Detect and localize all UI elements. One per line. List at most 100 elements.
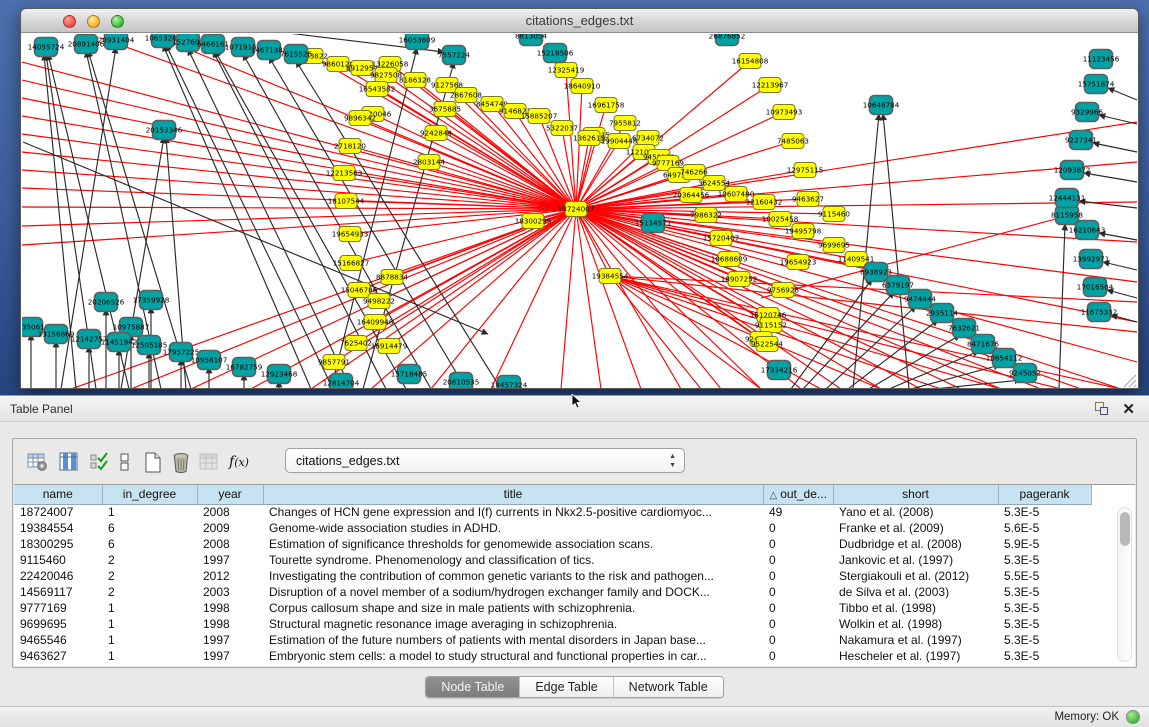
table-row[interactable]: 969969511998Structural magnetic resonanc… [14,616,1091,632]
table-cell[interactable]: Wolkin et al. (1998) [833,616,998,632]
table-cell[interactable]: 14569117 [14,584,102,600]
table-cell[interactable]: 9699695 [14,616,102,632]
table-cell[interactable]: 5.3E-5 [998,504,1091,520]
table-row[interactable]: 1456911722003Disruption of a novel membe… [14,584,1091,600]
table-cell[interactable]: Jankovic et al. (1997) [833,552,998,568]
network-canvas[interactable]: 1872400718300295193845541162815199044486… [22,34,1139,389]
table-cell[interactable]: Yano et al. (2008) [833,504,998,520]
table-row[interactable]: 946554611997Estimation of the future num… [14,632,1091,648]
table-cell[interactable]: 9465546 [14,632,102,648]
table-cell[interactable]: Structural magnetic resonance image aver… [263,616,763,632]
table-cell[interactable]: 9115460 [14,552,102,568]
table-cell[interactable]: 0 [763,632,833,648]
table-cell[interactable]: 2009 [197,520,263,536]
row-pair-button[interactable] [113,450,137,474]
table-cell[interactable]: 18724007 [14,504,102,520]
select-rows-button[interactable] [87,450,111,474]
table-cell[interactable]: Corpus callosum shape and size in male p… [263,600,763,616]
new-file-button[interactable] [141,450,165,474]
table-cell[interactable]: 19384554 [14,520,102,536]
delete-button[interactable] [169,450,193,474]
function-builder-button[interactable]: f(x) [227,450,251,474]
table-cell[interactable]: Investigating the contribution of common… [263,568,763,584]
table-cell[interactable]: 6 [102,536,197,552]
table-cell[interactable]: 2 [102,568,197,584]
table-vertical-scrollbar[interactable] [1117,507,1132,662]
table-cell[interactable]: Estimation of the future numbers of pati… [263,632,763,648]
table-cell[interactable]: Franke et al. (2009) [833,520,998,536]
table-cell[interactable]: 6 [102,520,197,536]
table-cell[interactable]: de Silva et al. (2003) [833,584,998,600]
table-cell[interactable]: 0 [763,568,833,584]
column-header-out_de[interactable]: △out_de... [763,485,833,504]
node-table[interactable]: namein_degreeyeartitle△out_de...shortpag… [14,485,1092,664]
table-cell[interactable]: 1 [102,632,197,648]
table-cell[interactable]: Tibbo et al. (1998) [833,600,998,616]
table-cell[interactable]: Dudbridge et al. (2008) [833,536,998,552]
table-cell[interactable]: Embryonic stem cells: a model to study s… [263,648,763,664]
table-cell[interactable]: 0 [763,536,833,552]
table-cell[interactable]: 18300295 [14,536,102,552]
table-row[interactable]: 1938455462009Genome-wide association stu… [14,520,1091,536]
table-cell[interactable]: 2003 [197,584,263,600]
table-cell[interactable]: 22420046 [14,568,102,584]
table-cell[interactable]: 5.3E-5 [998,648,1091,664]
table-cell[interactable]: 2008 [197,536,263,552]
table-cell[interactable]: 1998 [197,600,263,616]
close-panel-icon[interactable]: ✕ [1122,400,1135,418]
table-cell[interactable]: 5.9E-5 [998,536,1091,552]
table-cell[interactable]: 5.5E-5 [998,568,1091,584]
table-cell[interactable]: Changes of HCN gene expression and I(f) … [263,504,763,520]
table-cell[interactable]: 1998 [197,616,263,632]
table-cell[interactable]: 5.3E-5 [998,584,1091,600]
table-cell[interactable]: Hescheler et al. (1997) [833,648,998,664]
window-resize-grip[interactable] [1121,372,1137,388]
table-cell[interactable]: 1 [102,600,197,616]
table-settings-button[interactable] [25,450,49,474]
table-cell[interactable]: 5.3E-5 [998,552,1091,568]
column-header-year[interactable]: year [197,485,263,504]
table-cell[interactable]: 0 [763,552,833,568]
table-cell[interactable]: 0 [763,584,833,600]
table-cell[interactable]: 0 [763,616,833,632]
show-columns-button[interactable] [57,450,81,474]
table-cell[interactable]: 1 [102,504,197,520]
table-cell[interactable]: Stergiakouli et al. (2012) [833,568,998,584]
tab-network-table[interactable]: Network Table [613,677,723,697]
table-cell[interactable]: 5.3E-5 [998,632,1091,648]
table-cell[interactable]: 5.3E-5 [998,600,1091,616]
network-window-titlebar[interactable]: citations_edges.txt [21,9,1138,33]
column-header-pagerank[interactable]: pagerank [998,485,1091,504]
table-cell[interactable]: 2 [102,584,197,600]
table-row[interactable]: 977716911998Corpus callosum shape and si… [14,600,1091,616]
table-row[interactable]: 911546021997Tourette syndrome. Phenomeno… [14,552,1091,568]
table-cell[interactable]: Tourette syndrome. Phenomenology and cla… [263,552,763,568]
table-cell[interactable]: 1997 [197,632,263,648]
network-graph[interactable]: 1872400718300295193845541162815199044486… [22,34,1139,389]
column-header-short[interactable]: short [833,485,998,504]
table-row[interactable]: 1872400712008Changes of HCN gene express… [14,504,1091,520]
network-window[interactable]: citations_edges.txt 18724007183002951938… [20,8,1139,389]
table-row[interactable]: 1830029562008Estimation of significance … [14,536,1091,552]
table-cell[interactable]: 9777169 [14,600,102,616]
table-cell[interactable]: 5.6E-5 [998,520,1091,536]
column-header-name[interactable]: name [14,485,102,504]
table-cell[interactable]: Nakamura et al. (1997) [833,632,998,648]
table-cell[interactable]: 2012 [197,568,263,584]
table-cell[interactable]: 49 [763,504,833,520]
table-cell[interactable]: 1 [102,616,197,632]
table-row[interactable]: 2242004622012Investigating the contribut… [14,568,1091,584]
scrollbar-thumb[interactable] [1120,512,1130,546]
column-header-title[interactable]: title [263,485,763,504]
tab-node-table[interactable]: Node Table [426,677,519,697]
table-cell[interactable]: 0 [763,600,833,616]
table-cell[interactable]: 0 [763,520,833,536]
table-cell[interactable]: 5.3E-5 [998,616,1091,632]
table-cell[interactable]: 2 [102,552,197,568]
table-cell[interactable]: 0 [763,648,833,664]
table-select-dropdown[interactable]: citations_edges.txt ▲▼ [285,448,685,473]
table-cell[interactable]: Disruption of a novel member of a sodium… [263,584,763,600]
table-cell[interactable]: Genome-wide association studies in ADHD. [263,520,763,536]
table-cell[interactable]: 9463627 [14,648,102,664]
tab-edge-table[interactable]: Edge Table [519,677,612,697]
